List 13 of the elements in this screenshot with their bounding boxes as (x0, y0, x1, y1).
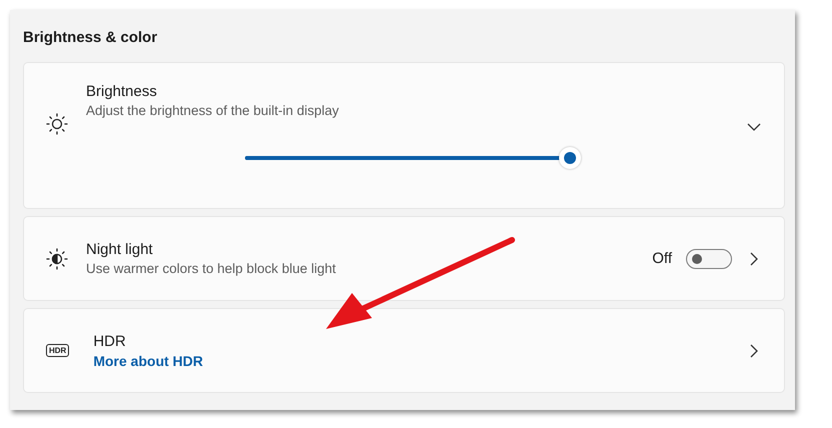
hdr-icon: HDR (46, 344, 70, 357)
section-title: Brightness & color (23, 29, 158, 48)
more-about-link[interactable]: More about HDR (93, 352, 204, 368)
setting-title: HDR (93, 332, 126, 350)
slider-thumb[interactable] (559, 147, 581, 169)
night-light-toggle[interactable] (686, 248, 732, 268)
setting-title: Brightness (86, 83, 157, 100)
setting-title: Night light (86, 241, 153, 258)
half-sun-icon (46, 248, 68, 270)
toggle-state: Off (652, 250, 672, 267)
setting-description: Adjust the brightness of the built-in display (86, 103, 339, 118)
setting-description: Use warmer colors to help block blue light (86, 261, 336, 276)
sun-icon (46, 113, 68, 135)
